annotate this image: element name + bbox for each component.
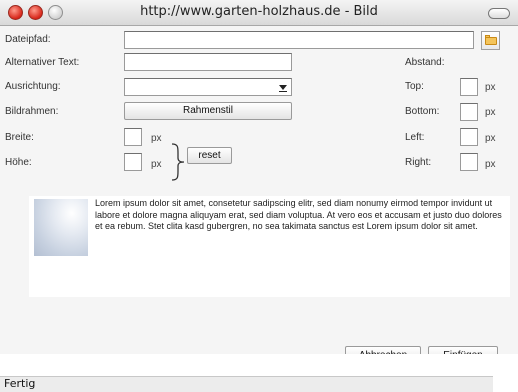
spacing-left-input[interactable] (460, 128, 478, 146)
frame-label: Bildrahmen: (5, 106, 59, 117)
status-bar-background (0, 376, 493, 392)
spacing-top-unit: px (485, 82, 496, 93)
image-dialog: Dateipfad: Alternativer Text: Abstand: A… (0, 26, 518, 366)
frame-style-button[interactable]: Rahmenstil (124, 102, 292, 120)
spacing-bottom-label: Bottom: (405, 106, 440, 117)
path-input[interactable] (124, 31, 474, 49)
spacing-top-input[interactable] (460, 78, 478, 96)
spacing-left-label: Left: (405, 132, 425, 143)
spacing-top-label: Top: (405, 81, 424, 92)
status-text: Fertig (4, 377, 36, 390)
preview-area: Lorem ipsum dolor sit amet, consetetur s… (29, 196, 510, 297)
width-unit: px (151, 133, 162, 144)
alt-text-input[interactable] (124, 53, 292, 71)
height-label: Höhe: (5, 157, 32, 168)
spacing-bottom-unit: px (485, 107, 496, 118)
dropdown-arrow-icon (279, 85, 287, 90)
spacing-left-unit: px (485, 133, 496, 144)
width-label: Breite: (5, 132, 34, 143)
folder-icon-body (485, 37, 497, 45)
window-title: http://www.garten-holzhaus.de - Bild (140, 4, 378, 19)
brace-icon (171, 143, 185, 181)
preview-text: Lorem ipsum dolor sit amet, consetetur s… (95, 198, 502, 231)
alt-text-label: Alternativer Text: (5, 57, 80, 68)
toolbar-toggle-button[interactable] (488, 8, 510, 19)
spacing-right-label: Right: (405, 157, 432, 168)
dropdown-underline-icon (279, 91, 287, 92)
reset-button[interactable]: reset (187, 147, 232, 164)
height-unit: px (151, 159, 162, 170)
spacing-bottom-input[interactable] (460, 103, 478, 121)
window-titlebar: http://www.garten-holzhaus.de - Bild (0, 0, 518, 26)
spacing-heading: Abstand: (405, 57, 445, 68)
alignment-select[interactable] (124, 78, 292, 96)
path-label: Dateipfad: (5, 34, 51, 45)
browse-button[interactable] (481, 31, 500, 50)
alignment-label: Ausrichtung: (5, 81, 61, 92)
status-bar: Fertig (0, 354, 518, 392)
width-input[interactable] (124, 128, 142, 146)
image-thumbnail (34, 199, 88, 256)
spacing-right-input[interactable] (460, 153, 478, 171)
height-input[interactable] (124, 153, 142, 171)
spacing-right-unit: px (485, 159, 496, 170)
